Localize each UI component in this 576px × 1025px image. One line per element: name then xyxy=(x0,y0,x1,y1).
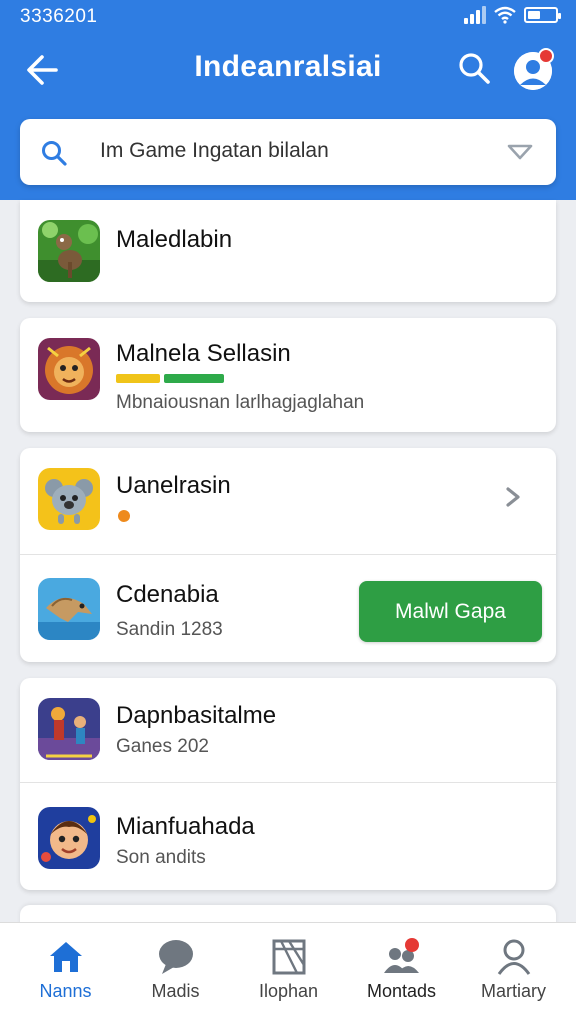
jungle-creature-icon xyxy=(38,220,100,282)
chat-bubble-icon xyxy=(159,940,193,974)
primary-action-button[interactable]: Malwl Gapa xyxy=(359,581,542,642)
search-icon[interactable] xyxy=(456,50,492,86)
notification-badge xyxy=(538,48,554,64)
list-item[interactable]: Dapnbasitalme Ganes 202 xyxy=(20,678,556,782)
app-card[interactable]: Maledlabin xyxy=(20,200,556,302)
app-icon xyxy=(38,468,100,530)
search-field[interactable]: Im Game Ingatan bilalan xyxy=(20,119,556,185)
rating-bars xyxy=(116,374,224,383)
app-card[interactable]: Malnela Sellasin Mbnaiousnan larlhagjagl… xyxy=(20,318,556,432)
chevron-right-icon[interactable] xyxy=(502,486,524,508)
app-subtitle: Sandin 1283 xyxy=(116,619,223,640)
app-name: Cdenabia xyxy=(116,581,219,608)
app-icon xyxy=(38,807,100,869)
lion-icon xyxy=(38,338,100,400)
app-name: Maledlabin xyxy=(116,226,233,253)
nav-label: Martiary xyxy=(480,981,546,1001)
character-face-icon xyxy=(38,807,100,869)
nav-item-library[interactable]: Ilophan xyxy=(231,923,346,1025)
app-icon xyxy=(38,220,100,282)
app-card[interactable]: Dapnbasitalme Ganes 202 Mianfuahada Son … xyxy=(20,678,556,890)
list-item[interactable]: Uanelrasin xyxy=(20,448,556,554)
app-name: Uanelrasin xyxy=(116,472,231,499)
app-name: Malnela Sellasin xyxy=(116,340,291,367)
home-icon xyxy=(50,942,82,972)
list-item[interactable]: Maledlabin xyxy=(20,200,556,302)
nav-label: Madis xyxy=(151,981,200,1001)
app-name: Mianfuahada xyxy=(116,813,255,840)
nav-label: Montads xyxy=(366,981,437,1001)
status-bar: 3336201 xyxy=(0,0,576,34)
nav-item-profile[interactable]: Martiary xyxy=(456,923,571,1025)
book-icon xyxy=(272,939,306,975)
app-subtitle: Ganes 202 xyxy=(116,736,209,757)
app-card[interactable]: Uanelrasin Cdenabia Sandin 1283 Malwl Ga… xyxy=(20,448,556,662)
signal-icon xyxy=(464,6,486,24)
nav-item-chat[interactable]: Madis xyxy=(118,923,233,1025)
list-item[interactable]: Cdenabia Sandin 1283 Malwl Gapa xyxy=(20,555,556,662)
app-icon xyxy=(38,698,100,760)
app-subtitle: Mbnaiousnan larlhagjaglahan xyxy=(116,392,365,413)
status-icons xyxy=(464,6,561,24)
person-icon xyxy=(497,939,531,975)
search-icon xyxy=(42,141,67,166)
chevron-down-icon[interactable] xyxy=(506,141,534,163)
page-title: Indeanralsiai xyxy=(194,50,382,83)
wifi-icon xyxy=(494,6,516,24)
status-time: 3336201 xyxy=(20,6,98,27)
app-subtitle: Son andits xyxy=(116,847,206,868)
app-icon xyxy=(38,338,100,400)
app-icon xyxy=(38,578,100,640)
koala-icon xyxy=(38,468,100,530)
nav-label: Ilophan xyxy=(258,981,319,1001)
camel-icon xyxy=(38,578,100,640)
bottom-navigation: Nanns Madis Ilophan Montads Martiary xyxy=(0,922,576,1025)
list-item[interactable]: Mianfuahada Son andits xyxy=(20,783,556,890)
nav-item-home[interactable]: Nanns xyxy=(8,923,123,1025)
nav-label: Nanns xyxy=(39,981,92,1001)
adventure-game-icon xyxy=(38,698,100,760)
app-bar: 3336201 Indeanralsiai Im Game Ingatan bi… xyxy=(0,0,576,200)
nav-item-friends[interactable]: Montads xyxy=(344,923,459,1025)
search-text: Im Game Ingatan bilalan xyxy=(100,139,329,162)
list-item[interactable]: Malnela Sellasin Mbnaiousnan larlhagjagl… xyxy=(20,318,556,432)
people-icon xyxy=(384,938,419,973)
back-arrow-icon[interactable] xyxy=(22,50,62,90)
app-name: Dapnbasitalme xyxy=(116,702,277,729)
profile-avatar[interactable] xyxy=(514,48,554,90)
battery-icon xyxy=(524,7,561,23)
status-dot xyxy=(118,510,130,522)
